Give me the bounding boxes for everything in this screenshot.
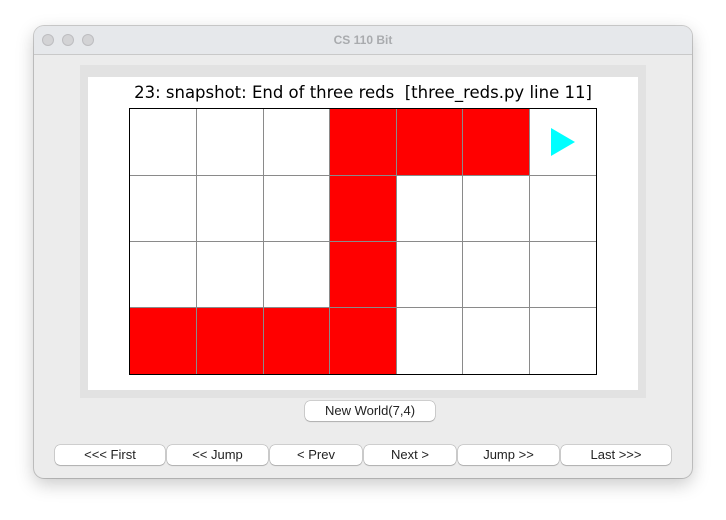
grid-cell-empty <box>529 307 596 374</box>
app-window: CS 110 Bit 23: snapshot: End of three re… <box>34 26 692 478</box>
grid-cell-empty <box>396 175 463 242</box>
title-bar: CS 110 Bit <box>34 26 692 55</box>
grid-cell-empty <box>263 109 330 176</box>
bit-triangle-right-icon <box>550 128 575 157</box>
world-canvas: 23: snapshot: End of three reds [three_r… <box>88 77 638 390</box>
grid-cell-red <box>329 175 397 242</box>
grid-cell-red <box>196 307 264 374</box>
grid-cell-empty <box>462 241 530 308</box>
grid-cell-empty <box>462 307 530 374</box>
grid-cell-empty <box>529 241 596 308</box>
grid-cell-red <box>329 109 397 176</box>
last-button[interactable]: Last >>> <box>561 445 671 465</box>
grid-cell-empty <box>130 109 197 176</box>
grid-cell-empty <box>196 175 264 242</box>
grid-cell-empty <box>529 175 596 242</box>
world-panel: 23: snapshot: End of three reds [three_r… <box>80 65 646 398</box>
grid-cell-red <box>263 307 330 374</box>
new-world-button[interactable]: New World(7,4) <box>305 401 435 421</box>
grid-cell-empty <box>263 175 330 242</box>
first-button[interactable]: <<< First <box>55 445 165 465</box>
next-button[interactable]: Next > <box>364 445 456 465</box>
grid-line-horizontal <box>130 174 596 176</box>
grid-cell-red <box>396 109 463 176</box>
grid-cell-empty <box>130 175 197 242</box>
grid-line-horizontal <box>130 241 596 242</box>
grid-line-horizontal <box>130 307 596 309</box>
window-title: CS 110 Bit <box>333 33 393 47</box>
grid-cell-empty <box>263 241 330 308</box>
grid-cell-empty <box>396 307 463 374</box>
grid-cell-red <box>130 307 197 374</box>
world-grid <box>129 108 597 375</box>
grid-cell-red <box>329 307 397 374</box>
grid-cell-empty <box>196 109 264 176</box>
grid-cell-empty <box>196 241 264 308</box>
grid-cell-red <box>329 241 397 308</box>
grid-cell-empty <box>462 175 530 242</box>
grid-cell-red <box>462 109 530 176</box>
world-caption: 23: snapshot: End of three reds [three_r… <box>134 83 592 102</box>
jump-back-button[interactable]: << Jump <box>167 445 268 465</box>
jump-forward-button[interactable]: Jump >> <box>458 445 559 465</box>
grid-cell-empty <box>396 241 463 308</box>
grid-cell-empty <box>130 241 197 308</box>
prev-button[interactable]: < Prev <box>270 445 362 465</box>
